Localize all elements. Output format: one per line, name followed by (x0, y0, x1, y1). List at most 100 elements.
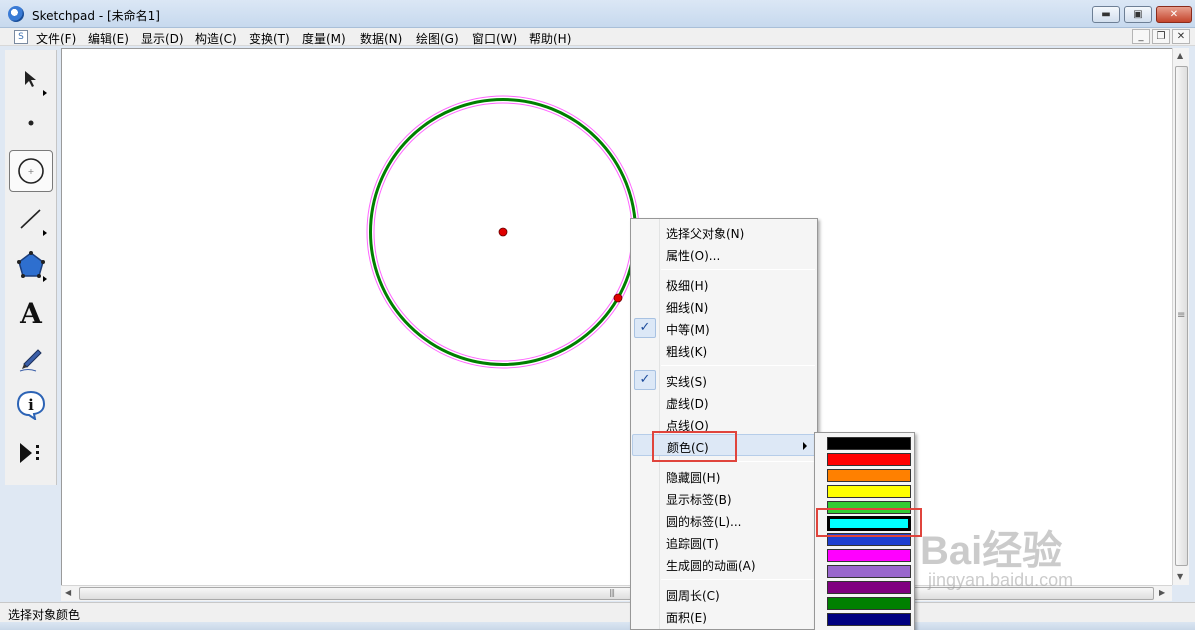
text-tool[interactable]: A (9, 292, 53, 334)
tool-menu-arrow-icon (43, 90, 47, 96)
close-button[interactable]: ✕ (1156, 6, 1192, 23)
arrow-select-tool[interactable] (9, 58, 53, 100)
arrow-icon (25, 71, 36, 87)
document-icon[interactable]: S (14, 30, 28, 44)
marker-icon (19, 349, 42, 372)
menu-item-trace-circle[interactable]: 追踪圆(T) (632, 531, 816, 553)
doc-minimize-button[interactable]: _ (1132, 29, 1150, 44)
window-bottom-edge (0, 622, 1195, 630)
menu-item-label: 虚线(D) (666, 397, 709, 411)
menu-item-circle-label[interactable]: 圆的标签(L)... (632, 509, 816, 531)
radius-point[interactable] (613, 293, 623, 303)
menu-item-label: 面积(E) (666, 611, 707, 625)
menu-item-circumference[interactable]: 圆周长(C) (632, 583, 816, 605)
menu-item-label: 圆周长(C) (666, 589, 720, 603)
color-swatch[interactable] (827, 597, 911, 610)
line-icon (20, 209, 41, 229)
sketch-canvas[interactable] (61, 48, 1172, 585)
svg-text:i: i (28, 396, 34, 414)
point-tool[interactable] (9, 102, 53, 144)
menu-graph[interactable]: 绘图(G) (416, 30, 459, 47)
marker-tool[interactable] (9, 338, 53, 380)
menu-construct[interactable]: 构造(C) (195, 30, 237, 47)
checkmark-icon: ✓ (634, 318, 656, 338)
custom-tools-icon (20, 443, 39, 463)
center-point[interactable] (498, 227, 508, 237)
sketchpad-app-icon (8, 6, 24, 22)
tool-menu-arrow-icon (43, 230, 47, 236)
scroll-right-icon[interactable]: ▶ (1159, 588, 1165, 597)
color-swatch[interactable] (827, 485, 911, 498)
menu-item-label: 圆的标签(L)... (666, 515, 742, 529)
menu-display[interactable]: 显示(D) (141, 30, 184, 47)
maximize-button[interactable]: ▣ (1124, 6, 1152, 23)
color-menu-highlight-box (652, 431, 737, 462)
menu-item-medium[interactable]: ✓ 中等(M) (632, 317, 816, 339)
scroll-down-icon[interactable]: ▼ (1177, 572, 1183, 581)
menu-separator (661, 579, 815, 580)
text-icon: A (20, 296, 42, 330)
cyan-swatch-highlight-box (816, 508, 922, 537)
menu-item-label: 显示标签(B) (666, 493, 732, 507)
menu-item-extra-thin[interactable]: 极细(H) (632, 273, 816, 295)
menu-item-label: 追踪圆(T) (666, 537, 719, 551)
menu-transform[interactable]: 变换(T) (249, 30, 290, 47)
color-swatch[interactable] (827, 581, 911, 594)
sketch-drawing (366, 95, 640, 369)
menu-item-label: 粗线(K) (666, 345, 708, 359)
menu-item-label: 中等(M) (666, 323, 710, 337)
circle-icon: + (18, 158, 44, 184)
menu-item-thick[interactable]: 粗线(K) (632, 339, 816, 361)
menu-item-label: 生成圆的动画(A) (666, 559, 756, 573)
menu-bar: S 文件(F) 编辑(E) 显示(D) 构造(C) 变换(T) 度量(M) 数据… (0, 28, 1195, 46)
menu-item-label: 极细(H) (666, 279, 709, 293)
color-swatch[interactable] (827, 453, 911, 466)
menu-item-show-label[interactable]: 显示标签(B) (632, 487, 816, 509)
color-swatch[interactable] (827, 469, 911, 482)
menu-separator (661, 269, 815, 270)
menu-item-animate-circle[interactable]: 生成圆的动画(A) (632, 553, 816, 575)
status-bar: 选择对象颜色 (0, 602, 1195, 622)
polygon-icon (17, 251, 45, 278)
color-swatch[interactable] (827, 437, 911, 450)
polygon-tool[interactable] (9, 244, 53, 286)
menu-item-label: 属性(O)... (666, 249, 721, 263)
menu-item-label: 隐藏圆(H) (666, 471, 721, 485)
horizontal-scrollbar[interactable]: ◀ ||| ▶ (61, 585, 1172, 601)
vertical-scrollbar[interactable]: ▲ ≡ ▼ (1172, 48, 1189, 585)
menu-item-dashed[interactable]: 虚线(D) (632, 391, 816, 413)
menu-item-select-parent[interactable]: 选择父对象(N) (632, 221, 816, 243)
svg-text:+: + (28, 167, 35, 176)
doc-close-button[interactable]: ✕ (1172, 29, 1190, 44)
color-swatch[interactable] (827, 613, 911, 626)
straightedge-tool[interactable] (9, 198, 53, 240)
menu-window[interactable]: 窗口(W) (472, 30, 517, 47)
menu-item-area[interactable]: 面积(E) (632, 605, 816, 627)
checkmark-icon: ✓ (634, 370, 656, 390)
scroll-up-icon[interactable]: ▲ (1177, 51, 1183, 60)
color-swatch[interactable] (827, 565, 911, 578)
menu-help[interactable]: 帮助(H) (529, 30, 571, 47)
horizontal-scroll-thumb[interactable] (79, 587, 1154, 600)
toolbox: + A i (5, 50, 57, 485)
menu-item-label: 实线(S) (666, 375, 707, 389)
custom-tool[interactable] (9, 432, 53, 474)
doc-restore-button[interactable]: ❐ (1152, 29, 1170, 44)
color-swatch[interactable] (827, 549, 911, 562)
horizontal-grip-icon: ||| (609, 588, 615, 597)
minimize-button[interactable]: ▬ (1092, 6, 1120, 23)
menu-item-hide-circle[interactable]: 隐藏圆(H) (632, 465, 816, 487)
menu-item-thin[interactable]: 细线(N) (632, 295, 816, 317)
menu-item-solid[interactable]: ✓ 实线(S) (632, 369, 816, 391)
status-text: 选择对象颜色 (8, 608, 81, 622)
menu-measure[interactable]: 度量(M) (302, 30, 346, 47)
menu-data[interactable]: 数据(N) (360, 30, 402, 47)
scroll-left-icon[interactable]: ◀ (65, 588, 71, 597)
compass-tool[interactable]: + (9, 150, 53, 192)
information-tool[interactable]: i (9, 384, 53, 426)
menu-file[interactable]: 文件(F) (36, 30, 76, 47)
menu-item-properties[interactable]: 属性(O)... (632, 243, 816, 265)
point-icon (28, 120, 34, 126)
menu-edit[interactable]: 编辑(E) (88, 30, 129, 47)
menu-item-label: 细线(N) (666, 301, 709, 315)
